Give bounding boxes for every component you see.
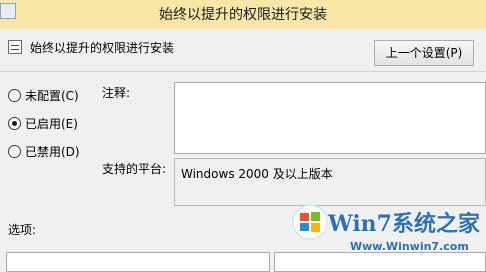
comment-textarea[interactable] [174,82,486,154]
previous-setting-button[interactable]: 上一个设置(P) [374,40,474,66]
divider [0,71,486,72]
radio-disabled[interactable]: 已禁用(D) [8,143,80,160]
radio-enabled-circle[interactable] [8,117,21,130]
windows-logo-icon [292,204,328,240]
supported-platform-box: Windows 2000 及以上版本 [174,158,486,206]
radio-enabled-label: 已启用(E) [25,117,78,131]
radio-not-configured[interactable]: 未配置(C) [8,87,79,104]
radio-disabled-circle[interactable] [8,145,21,158]
title-bar: 始终以提升的权限进行安装 [0,0,486,29]
radio-enabled[interactable]: 已启用(E) [8,115,78,132]
policy-title: 始终以提升的权限进行安装 [30,41,175,55]
watermark-brand: Win7系统之家 [328,211,480,237]
policy-icon [8,40,22,54]
window-title: 始终以提升的权限进行安装 [159,7,327,23]
radio-disabled-label: 已禁用(D) [25,145,80,159]
options-panel[interactable] [6,252,270,272]
radio-not-configured-label: 未配置(C) [25,89,79,103]
options-label: 选项: [8,223,37,237]
supported-platform-value: Windows 2000 及以上版本 [181,167,333,181]
supported-platform-label: 支持的平台: [102,162,167,176]
help-panel[interactable] [274,252,486,272]
comment-label: 注释: [102,86,131,100]
radio-not-configured-circle[interactable] [8,89,21,102]
